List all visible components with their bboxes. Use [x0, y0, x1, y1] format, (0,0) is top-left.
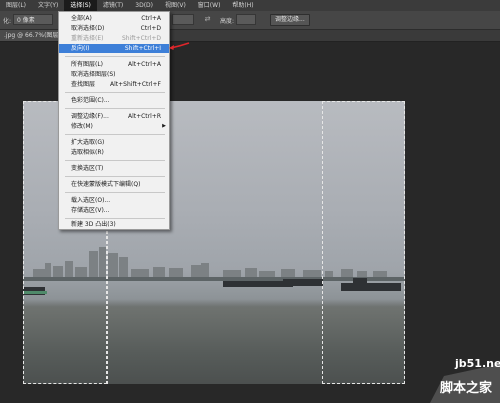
menu-item-similar[interactable]: 选取相似(R) — [59, 148, 169, 157]
menu-item-refine-edge[interactable]: 调整边缘(F)... Alt+Ctrl+R — [59, 112, 169, 121]
selection-right — [322, 101, 405, 384]
menu-separator — [65, 92, 165, 93]
menu-separator — [65, 134, 165, 135]
menu-3d[interactable]: 3D(D) — [129, 0, 159, 11]
menu-item-find-layers[interactable]: 查找图层 Alt+Shift+Ctrl+F — [59, 80, 169, 89]
style-field[interactable] — [172, 14, 194, 25]
watermark-url: jb51.net — [455, 357, 500, 370]
menu-item-load-selection[interactable]: 载入选区(O)... — [59, 196, 169, 205]
guide-line-right — [322, 101, 323, 384]
feather-label: 化: — [3, 18, 12, 25]
menu-window[interactable]: 窗口(W) — [192, 0, 227, 11]
menu-item-color-range[interactable]: 色彩范围(C)... — [59, 96, 169, 105]
menu-item-all[interactable]: 全部(A) Ctrl+A — [59, 14, 169, 23]
select-menu-dropdown: 全部(A) Ctrl+A 取消选择(D) Ctrl+D 重新选择(E) Shif… — [58, 11, 170, 230]
menu-separator — [65, 218, 165, 219]
menu-item-reselect[interactable]: 重新选择(E) Shift+Ctrl+D — [59, 34, 169, 43]
menu-item-modify[interactable]: 修改(M) ▶ — [59, 122, 169, 131]
menu-item-quick-mask[interactable]: 在快速蒙版模式下编辑(Q) — [59, 180, 169, 189]
menu-item-save-selection[interactable]: 存储选区(V)... — [59, 206, 169, 215]
menu-separator — [65, 108, 165, 109]
menubar: 图层(L) 文字(Y) 选择(S) 滤镜(T) 3D(D) 视图(V) 窗口(W… — [0, 0, 500, 11]
menu-separator — [65, 56, 165, 57]
menu-item-grow[interactable]: 扩大选取(G) — [59, 138, 169, 147]
menu-help[interactable]: 帮助(H) — [226, 0, 259, 11]
menu-item-new-3d-extrusion[interactable]: 新建 3D 凸出(3) — [59, 220, 169, 229]
menu-layer[interactable]: 图层(L) — [0, 0, 32, 11]
menu-item-all-layers[interactable]: 所有图层(L) Alt+Ctrl+A — [59, 60, 169, 69]
refine-edge-button[interactable]: 调整边缘... — [270, 14, 310, 26]
submenu-arrow-icon: ▶ — [162, 123, 166, 129]
menu-item-inverse[interactable]: 反向(I) Shift+Ctrl+I — [59, 44, 169, 53]
menu-select[interactable]: 选择(S) — [64, 0, 97, 11]
height-label: 高度: — [220, 18, 235, 25]
menu-filter[interactable]: 滤镜(T) — [97, 0, 129, 11]
menu-item-deselect-layers[interactable]: 取消选择图层(S) — [59, 70, 169, 79]
menu-separator — [65, 160, 165, 161]
height-input[interactable] — [236, 14, 256, 25]
menu-item-transform-selection[interactable]: 变换选区(T) — [59, 164, 169, 173]
feather-input[interactable]: 0 像素 — [13, 14, 53, 25]
swap-icon[interactable]: ⇄ — [203, 15, 212, 24]
menu-item-deselect[interactable]: 取消选择(D) Ctrl+D — [59, 24, 169, 33]
annotation-arrow-icon — [169, 42, 190, 50]
watermark-name: 脚本之家 — [440, 381, 493, 396]
menu-type[interactable]: 文字(Y) — [32, 0, 64, 11]
menu-separator — [65, 192, 165, 193]
menu-separator — [65, 176, 165, 177]
menu-view[interactable]: 视图(V) — [159, 0, 192, 11]
